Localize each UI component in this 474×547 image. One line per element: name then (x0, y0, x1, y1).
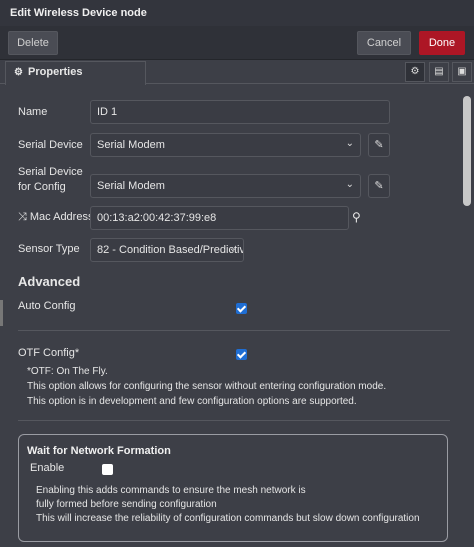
chevron-down-icon: ⌄ (228, 243, 237, 254)
appearance-tab-frame-icon[interactable]: ▣ (452, 62, 472, 82)
otf-config-checkbox[interactable] (236, 349, 247, 360)
serial-device-select[interactable]: Serial Modem ⌄ (90, 133, 361, 157)
pencil-icon: ✎ (374, 180, 384, 192)
search-icon[interactable]: ⚲ (352, 210, 361, 224)
otf-config-label: OTF Config* (18, 347, 80, 359)
action-bar: Delete Cancel Done (0, 26, 474, 60)
divider (18, 330, 450, 331)
serial-config-label-line1: Serial Device (18, 166, 83, 178)
tab-bar: ⚙ Properties ⚙ ▤ ▣ (0, 60, 474, 85)
dialog-title: Edit Wireless Device node (0, 0, 474, 26)
gear-icon: ⚙ (14, 67, 23, 78)
mac-address-label-text: Mac Address (29, 211, 94, 223)
network-note-line1: Enabling this adds commands to ensure th… (36, 485, 306, 496)
description-tab-document-icon[interactable]: ▤ (429, 62, 449, 82)
serial-config-label-line2: for Config (18, 181, 66, 193)
advanced-heading: Advanced (18, 274, 81, 289)
otf-note-line1: *OTF: On The Fly. (27, 366, 108, 377)
sensor-type-select[interactable]: 82 - Condition Based/Predictiv ⌄ (90, 238, 244, 262)
tab-properties-label: Properties (28, 66, 83, 78)
enable-checkbox[interactable] (102, 464, 113, 475)
name-input[interactable]: ID 1 (90, 100, 390, 124)
serial-device-value: Serial Modem (97, 139, 165, 151)
chevron-down-icon: ⌄ (345, 138, 354, 149)
sensor-type-value: 82 - Condition Based/Predictiv (97, 244, 244, 256)
network-note-line3: This will increase the reliability of co… (36, 513, 420, 524)
auto-config-label: Auto Config (18, 300, 76, 312)
edit-serial-device-button[interactable]: ✎ (368, 133, 390, 157)
name-label: Name (18, 106, 48, 118)
pencil-icon: ✎ (374, 139, 384, 151)
enable-label: Enable (30, 462, 65, 474)
serial-config-select[interactable]: Serial Modem ⌄ (90, 174, 361, 198)
sensor-type-label: Sensor Type (18, 243, 80, 255)
serial-config-value: Serial Modem (97, 180, 165, 192)
serial-device-label: Serial Device (18, 139, 83, 151)
mac-address-input[interactable]: 00:13:a2:00:42:37:99:e8 (90, 206, 349, 230)
edit-serial-config-button[interactable]: ✎ (368, 174, 390, 198)
chevron-down-icon: ⌄ (345, 179, 354, 190)
otf-note-line2: This option allows for configuring the s… (27, 381, 387, 392)
network-formation-title: Wait for Network Formation (27, 445, 171, 457)
cancel-button[interactable]: Cancel (357, 31, 411, 55)
settings-tab-gear-icon[interactable]: ⚙ (405, 62, 425, 82)
done-button[interactable]: Done (419, 31, 465, 55)
shuffle-icon: ⤨ (18, 211, 27, 223)
network-note-line2: fully formed before sending configuratio… (36, 499, 217, 510)
tab-properties[interactable]: ⚙ Properties (5, 61, 146, 85)
delete-button[interactable]: Delete (8, 31, 58, 55)
scrollbar-thumb[interactable] (463, 96, 471, 206)
otf-note-line3: This option is in development and few co… (27, 396, 357, 407)
divider (18, 420, 450, 421)
auto-config-checkbox[interactable] (236, 303, 247, 314)
mac-address-label: ⤨ Mac Address (18, 211, 93, 224)
